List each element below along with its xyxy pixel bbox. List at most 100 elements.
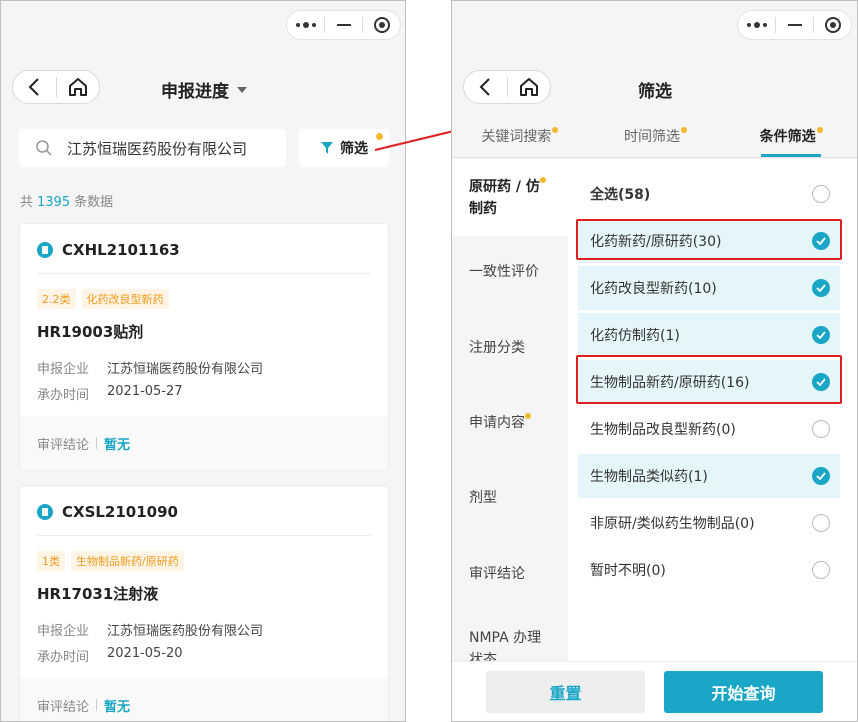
- back-button[interactable]: [13, 71, 56, 103]
- footer-divider: [96, 437, 98, 449]
- minus-icon: [787, 24, 802, 26]
- company-label: 申报企业: [37, 624, 90, 639]
- date-label: 承办时间: [37, 650, 90, 665]
- option-label: 化药新药/原研药(30): [590, 234, 722, 250]
- search-value: 江苏恒瑞医药股份有限公司: [67, 139, 248, 158]
- date-value: 2021-05-27: [107, 384, 183, 399]
- more-dots-icon: [295, 22, 316, 28]
- category-tag: 2.2类: [37, 289, 76, 309]
- sidebar-badge-dot: [539, 177, 546, 183]
- date-row: 承办时间 2021-05-20: [37, 646, 183, 665]
- check-circle-icon: [812, 373, 830, 391]
- tab-label: 关键词搜索: [481, 129, 552, 145]
- page-title-text: 筛选: [638, 82, 672, 102]
- minimize-button[interactable]: [325, 11, 362, 39]
- back-button[interactable]: [464, 71, 507, 103]
- close-miniprogram-button[interactable]: [363, 11, 400, 39]
- card-header: CXHL2101163: [37, 241, 180, 259]
- home-icon: [519, 78, 538, 96]
- result-count: 共 1395 条数据: [20, 191, 113, 210]
- document-icon: [37, 504, 53, 520]
- card-tags: 1类 生物制品新药/原研药: [37, 551, 184, 571]
- sidebar-label: 原研药 / 仿: [469, 179, 540, 195]
- option-item[interactable]: 暂时不明(0): [578, 548, 840, 592]
- close-miniprogram-button[interactable]: [814, 11, 851, 39]
- option-select-all[interactable]: 全选(58): [578, 172, 840, 216]
- sidebar-label: NMPA 办理: [469, 630, 542, 646]
- more-button[interactable]: [287, 11, 324, 39]
- document-icon: [37, 242, 53, 258]
- action-footer: 重置 开始查询: [452, 661, 857, 721]
- tab-label: 条件筛选: [759, 129, 816, 145]
- option-label: 暂时不明(0): [590, 563, 666, 579]
- reset-button[interactable]: 重置: [486, 671, 645, 713]
- card-divider: [37, 273, 371, 274]
- page-title: 筛选: [638, 77, 672, 102]
- search-icon: [36, 140, 52, 156]
- sidebar-item-original-generic[interactable]: 原研药 / 仿 制药: [452, 159, 568, 236]
- sidebar-label: 剂型: [469, 490, 497, 506]
- sidebar-item-application[interactable]: 申请内容: [452, 412, 568, 434]
- conclusion-value: 暂无: [104, 699, 131, 715]
- count-prefix: 共: [20, 195, 34, 210]
- sidebar-label: 审评结论: [469, 566, 525, 582]
- minimize-button[interactable]: [776, 11, 813, 39]
- option-label: 化药改良型新药(10): [590, 281, 717, 297]
- sidebar-label: 制药: [469, 201, 497, 217]
- option-label: 生物制品新药/原研药(16): [590, 375, 750, 391]
- sidebar-item-conclusion[interactable]: 审评结论: [452, 563, 568, 585]
- left-phone-screen: 申报进度 江苏恒瑞医药股份有限公司 筛选 共 1395 条数据 CXHL210116…: [0, 0, 406, 722]
- start-query-button[interactable]: 开始查询: [664, 671, 823, 713]
- unchecked-circle-icon: [812, 185, 830, 203]
- company-value: 江苏恒瑞医药股份有限公司: [107, 362, 264, 377]
- filter-label: 筛选: [340, 141, 368, 157]
- mini-program-capsule: [737, 10, 852, 40]
- tab-badge-dot: [552, 127, 559, 133]
- option-label: 非原研/类似药生物制品(0): [590, 516, 755, 532]
- option-item[interactable]: 生物制品改良型新药(0): [578, 407, 840, 451]
- target-circle-icon: [824, 17, 841, 33]
- type-tag: 生物制品新药/原研药: [71, 551, 184, 571]
- sidebar-item-nmpa-status[interactable]: NMPA 办理 状态: [452, 627, 568, 661]
- more-dots-icon: [746, 22, 767, 28]
- tab-keyword-search[interactable]: 关键词搜索: [452, 121, 588, 157]
- right-phone-screen: 筛选 关键词搜索 时间筛选 条件筛选 原研药 / 仿 制药 一致性评价 注册分类…: [451, 0, 858, 722]
- category-tag: 1类: [37, 551, 65, 571]
- home-button[interactable]: [508, 71, 551, 103]
- search-input[interactable]: 江苏恒瑞医药股份有限公司: [19, 129, 286, 167]
- date-value: 2021-05-20: [107, 646, 183, 661]
- result-card[interactable]: CXHL2101163 2.2类 化药改良型新药 HR19003贴剂 申报企业 …: [19, 223, 389, 471]
- card-code: CXHL2101163: [62, 241, 180, 259]
- option-item[interactable]: 化药新药/原研药(30): [578, 219, 840, 263]
- sidebar-item-registration[interactable]: 注册分类: [452, 337, 568, 359]
- company-row: 申报企业 江苏恒瑞医药股份有限公司: [37, 620, 263, 639]
- option-label: 全选(58): [590, 187, 651, 203]
- sidebar-item-consistency[interactable]: 一致性评价: [452, 261, 568, 283]
- type-tag: 化药改良型新药: [81, 289, 169, 309]
- result-card[interactable]: CXSL2101090 1类 生物制品新药/原研药 HR17031注射液 申报企…: [19, 485, 389, 721]
- option-item[interactable]: 生物制品新药/原研药(16): [578, 360, 840, 404]
- card-footer: 审评结论 暂无: [20, 416, 388, 470]
- card-divider: [37, 535, 371, 536]
- conclusion-label: 审评结论: [37, 437, 90, 453]
- caret-down-icon: [237, 86, 247, 93]
- check-circle-icon: [812, 326, 830, 344]
- company-label: 申报企业: [37, 362, 90, 377]
- page-title[interactable]: 申报进度: [161, 77, 248, 102]
- option-item[interactable]: 化药改良型新药(10): [578, 266, 840, 310]
- sidebar-item-dosage-form[interactable]: 剂型: [452, 487, 568, 509]
- sidebar-label: 一致性评价: [469, 264, 539, 280]
- option-item[interactable]: 化药仿制药(1): [578, 313, 840, 357]
- sidebar-label: 申请内容: [469, 415, 525, 431]
- tab-time-filter[interactable]: 时间筛选: [588, 121, 724, 157]
- back-arrow-icon: [479, 78, 490, 96]
- footer-divider: [96, 699, 98, 711]
- option-item[interactable]: 生物制品类似药(1): [578, 454, 840, 498]
- more-button[interactable]: [738, 11, 775, 39]
- home-button[interactable]: [57, 71, 100, 103]
- company-value: 江苏恒瑞医药股份有限公司: [107, 624, 264, 639]
- option-item[interactable]: 非原研/类似药生物制品(0): [578, 501, 840, 545]
- conclusion-label: 审评结论: [37, 699, 90, 715]
- unchecked-circle-icon: [812, 514, 830, 532]
- tab-condition-filter[interactable]: 条件筛选: [723, 121, 857, 157]
